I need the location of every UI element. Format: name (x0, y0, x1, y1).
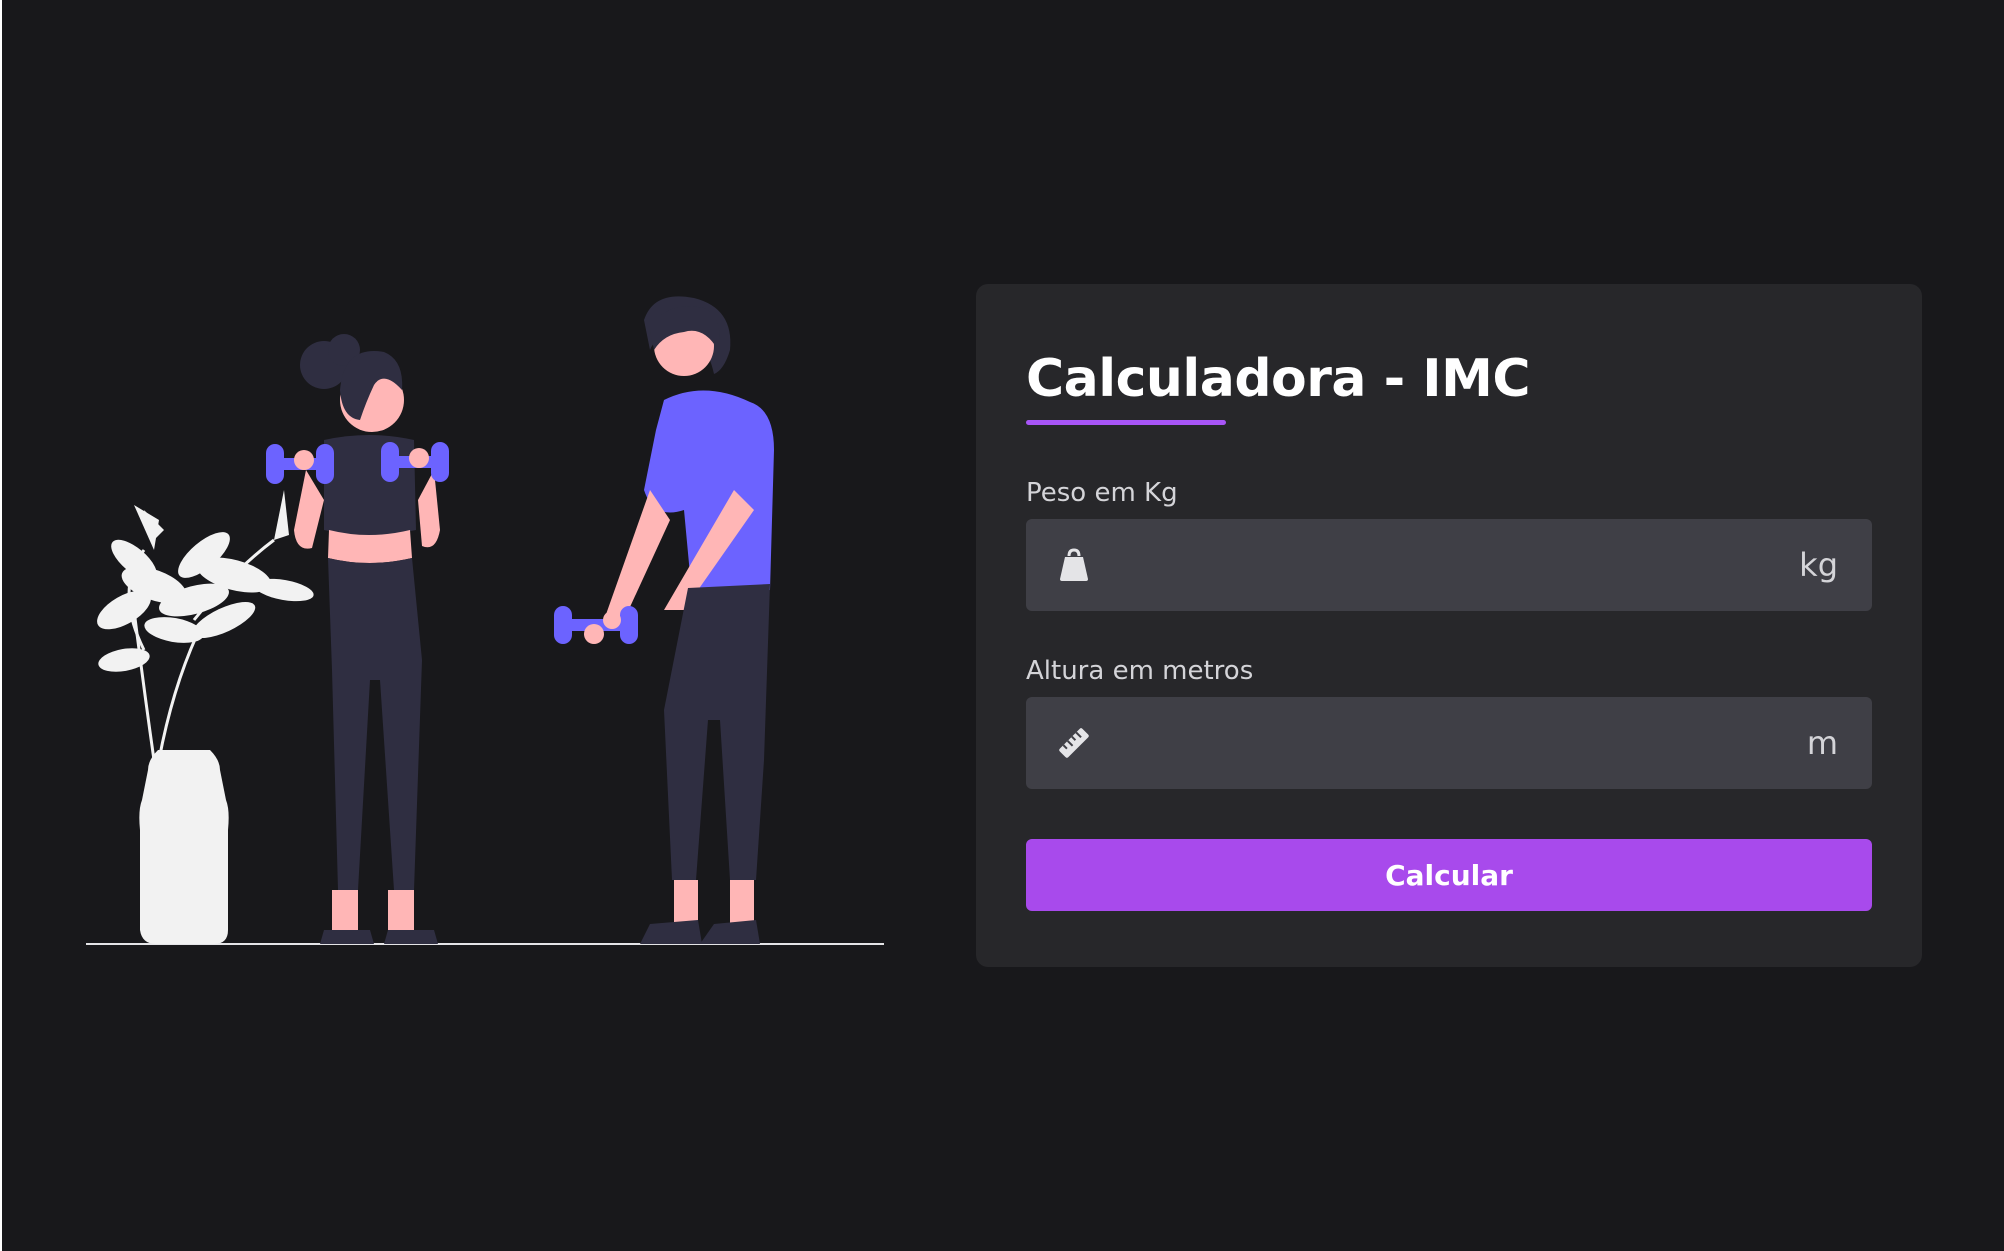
fitness-illustration (86, 296, 884, 945)
title-underline (1026, 420, 1226, 425)
height-input[interactable] (1116, 697, 1756, 789)
calculate-button[interactable]: Calcular (1026, 839, 1872, 911)
weight-field[interactable]: kg (1026, 519, 1872, 611)
height-label: Altura em metros (1026, 656, 1254, 686)
card-title: Calculadora - IMC (1026, 349, 1531, 409)
weight-label: Peso em Kg (1026, 478, 1178, 508)
weight-unit: kg (1799, 546, 1838, 584)
page: Calculadora - IMC Peso em Kg kg Altura e… (0, 0, 2004, 1251)
weight-icon (1060, 548, 1088, 581)
woman-figure (266, 334, 449, 944)
height-field[interactable]: m (1026, 697, 1872, 789)
ruler-icon (1059, 728, 1089, 758)
man-figure (554, 296, 774, 944)
weight-input[interactable] (1116, 519, 1756, 611)
height-unit: m (1806, 724, 1838, 762)
calculator-card: Calculadora - IMC Peso em Kg kg Altura e… (976, 284, 1922, 967)
plant (97, 490, 314, 944)
